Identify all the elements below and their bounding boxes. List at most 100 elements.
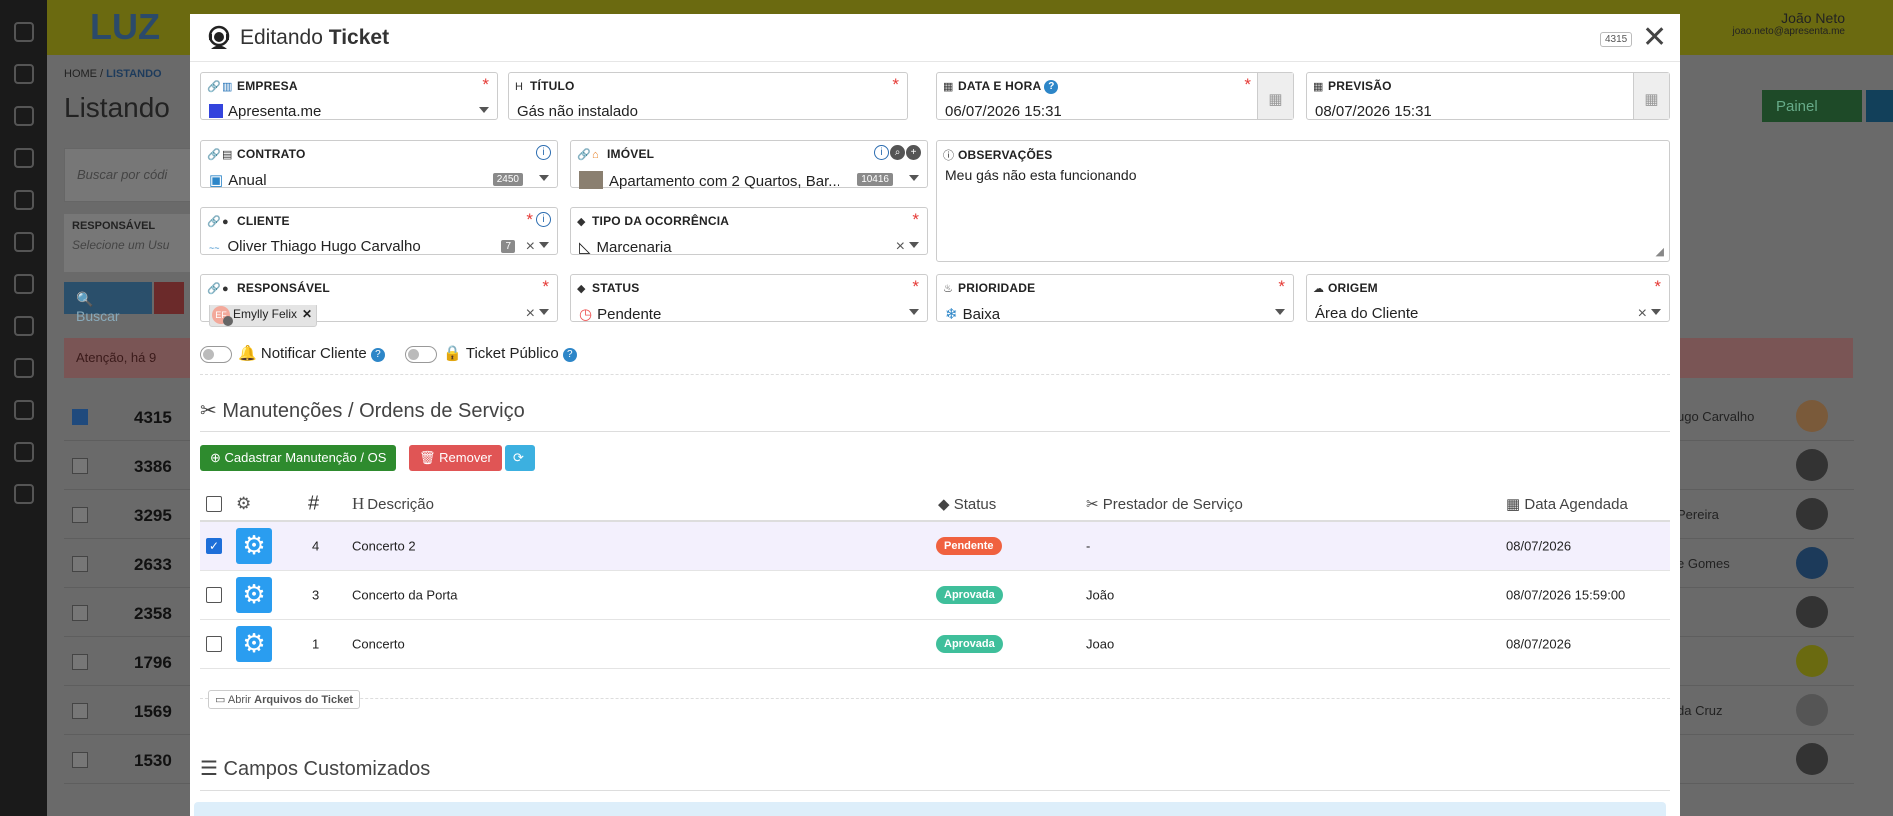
- info-icon[interactable]: i: [536, 145, 551, 160]
- table-row[interactable]: ⚙ 1 Concerto Aprovada Joao 08/07/2026: [200, 620, 1670, 669]
- header-status[interactable]: ◆ Status: [938, 495, 996, 513]
- observacoes-textarea[interactable]: Meu gás não esta funcionando: [945, 167, 1136, 183]
- calendar-icon[interactable]: [13, 400, 34, 420]
- refresh-button[interactable]: ⟳: [505, 445, 535, 471]
- tipo-ocorrencia-field[interactable]: ◆ TIPO DA OCORRÊNCIA * ◺ Marcenaria ×: [570, 207, 928, 256]
- chevron-down-icon[interactable]: [1651, 309, 1661, 315]
- origem-field[interactable]: ☁ ORIGEM * Área do Cliente ×: [1306, 274, 1670, 322]
- clear-icon[interactable]: ×: [896, 238, 905, 256]
- chevron-down-icon[interactable]: [1275, 309, 1285, 315]
- header-prestador[interactable]: ✂ Prestador de Serviço: [1086, 495, 1243, 513]
- row-settings-button[interactable]: ⚙: [236, 528, 272, 564]
- row-checkbox[interactable]: [72, 752, 88, 768]
- resize-handle-icon[interactable]: ◢: [1656, 245, 1664, 258]
- row-settings-button[interactable]: ⚙: [236, 626, 272, 662]
- table-row[interactable]: ✓ ⚙ 4 Concerto 2 Pendente - 08/07/2026: [200, 522, 1670, 571]
- row-checkbox[interactable]: [72, 654, 88, 670]
- prioridade-field[interactable]: ♨ PRIORIDADE * ❄ Baixa: [936, 274, 1294, 323]
- row-checkbox[interactable]: [72, 409, 88, 425]
- tipo-label: ◆ TIPO DA OCORRÊNCIA: [577, 214, 729, 228]
- header-data[interactable]: ▦ Data Agendada: [1506, 495, 1628, 513]
- clear-icon[interactable]: ×: [1638, 305, 1647, 323]
- row-checkbox[interactable]: ✓: [206, 538, 222, 554]
- settings-icon[interactable]: [13, 232, 34, 252]
- add-icon[interactable]: +: [906, 145, 921, 160]
- row-checkbox[interactable]: [206, 636, 222, 652]
- gear-icon: ⚙: [242, 628, 266, 658]
- cliente-field[interactable]: 🔗● CLIENTE * i ~~ Oliver Thiago Hugo Carva…: [200, 207, 558, 255]
- table-row[interactable]: ⚙ 3 Concerto da Porta Aprovada João 08/0…: [200, 571, 1670, 620]
- header-descricao[interactable]: H Descrição: [352, 494, 434, 514]
- status-badge: Aprovada: [936, 586, 1003, 604]
- origem-label-text: ORIGEM: [1328, 281, 1378, 295]
- row-num: 4: [312, 538, 320, 554]
- row-checkbox[interactable]: [72, 556, 88, 572]
- row-checkbox[interactable]: [72, 458, 88, 474]
- responsavel-filter[interactable]: RESPONSÁVEL Selecione um Usu: [64, 214, 204, 272]
- print-button[interactable]: [1866, 90, 1893, 122]
- painel-button[interactable]: Painel: [1762, 90, 1862, 122]
- dashboard-icon[interactable]: [13, 106, 34, 126]
- ticket-id-badge: 4315: [1600, 32, 1633, 47]
- row-checkbox[interactable]: [72, 703, 88, 719]
- row-checkbox[interactable]: [72, 605, 88, 621]
- breadcrumb-home[interactable]: HOME: [64, 68, 97, 80]
- search-icon[interactable]: ⌕: [890, 145, 905, 160]
- chevron-down-icon[interactable]: [479, 107, 489, 113]
- buscar-button[interactable]: 🔍 Buscar: [64, 282, 152, 324]
- help-icon[interactable]: ?: [562, 348, 577, 362]
- clear-icon[interactable]: ×: [526, 305, 535, 323]
- edit-icon[interactable]: [13, 274, 34, 294]
- close-icon[interactable]: ✕: [1642, 23, 1667, 53]
- chevron-down-icon[interactable]: [539, 309, 549, 315]
- status-field[interactable]: ◆ STATUS * ◷ Pendente: [570, 274, 928, 323]
- user-info[interactable]: João Neto joao.neto@apresenta.me: [1733, 10, 1845, 37]
- status-label: ◆ STATUS: [577, 281, 639, 295]
- chevron-down-icon[interactable]: [909, 175, 919, 181]
- cadastrar-manutencao-button[interactable]: ⊕ Cadastrar Manutenção / OS: [200, 445, 397, 471]
- gear-icon: ⚙: [242, 530, 266, 560]
- titulo-field[interactable]: H TÍTULO * Gás não instalado: [508, 72, 908, 120]
- money-icon[interactable]: [13, 190, 34, 210]
- chevron-down-icon[interactable]: [539, 242, 549, 248]
- home-icon[interactable]: [13, 22, 34, 42]
- info-icon[interactable]: i: [536, 212, 551, 227]
- observacoes-field[interactable]: ⓘ OBSERVAÇÕES Meu gás não esta funcionand…: [936, 140, 1670, 262]
- imovel-field[interactable]: 🔗⌂ IMÓVEL i ⌕ + Apartamento com 2 Quartos…: [570, 140, 928, 190]
- users-icon[interactable]: [13, 148, 34, 168]
- calendar-icon[interactable]: ▦: [1633, 73, 1669, 119]
- chevron-down-icon[interactable]: [909, 242, 919, 248]
- row-checkbox[interactable]: [72, 507, 88, 523]
- clear-icon[interactable]: ×: [526, 238, 535, 256]
- handshake-icon[interactable]: [13, 316, 34, 336]
- chevron-down-icon[interactable]: [539, 175, 549, 181]
- remover-button[interactable]: 🗑 Remover: [409, 445, 502, 471]
- responsavel-chip[interactable]: EF Emylly Felix ✕: [209, 305, 318, 327]
- select-all-checkbox[interactable]: [206, 496, 222, 512]
- chevron-down-icon[interactable]: [909, 309, 919, 315]
- alert-text: Atenção, há 9: [76, 350, 157, 365]
- row-checkbox[interactable]: [206, 587, 222, 603]
- row-settings-button[interactable]: ⚙: [236, 577, 272, 613]
- gear-icon[interactable]: [13, 358, 34, 378]
- support-icon[interactable]: [13, 442, 34, 462]
- search-icon[interactable]: [13, 64, 34, 84]
- abrir-arquivos-button[interactable]: ▭ Abrir Arquivos do Ticket: [208, 690, 360, 709]
- empresa-field[interactable]: 🔗▥ EMPRESA * Apresenta.me: [200, 72, 498, 120]
- calendar-icon[interactable]: ▦: [1257, 73, 1293, 119]
- help-icon[interactable]: ?: [370, 348, 385, 362]
- required-marker: *: [542, 277, 549, 296]
- previsao-field[interactable]: ▦ PREVISÃO 08/07/2026 15:31 ▦: [1306, 72, 1670, 120]
- contrato-field[interactable]: 🔗▤ CONTRATO i ▣ Anual 2450: [200, 140, 558, 189]
- cadastrar-label: Cadastrar Manutenção / OS: [224, 450, 387, 465]
- trash-button[interactable]: [154, 282, 184, 314]
- publico-toggle[interactable]: [405, 345, 438, 363]
- remove-chip-icon[interactable]: ✕: [302, 307, 312, 321]
- responsavel-field[interactable]: 🔗● RESPONSÁVEL * EF Emylly Felix ✕ ×: [200, 274, 558, 327]
- data-hora-field[interactable]: ▦ DATA E HORA ? * 06/07/2026 15:31 ▦: [936, 72, 1294, 120]
- help-icon[interactable]: ?: [1044, 80, 1059, 94]
- chart-icon[interactable]: [13, 484, 34, 504]
- notificar-toggle[interactable]: [200, 345, 232, 363]
- search-input[interactable]: Buscar por códi: [64, 148, 204, 202]
- info-icon[interactable]: i: [874, 145, 889, 160]
